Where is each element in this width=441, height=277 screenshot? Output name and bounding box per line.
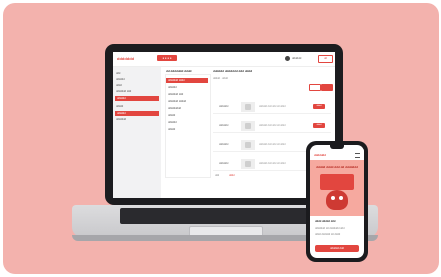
phone-text: dddd dddddd dd dddd <box>315 233 341 236</box>
phone-text: ddddddd dd ddddddd ddd <box>315 227 345 230</box>
app-header: ddddddd ● ● ● ● dddddd dd <box>113 52 335 67</box>
sidebar-item[interactable]: ddd <box>116 72 120 75</box>
sidebar-item-active[interactable]: dddddd <box>115 96 159 101</box>
sidebar-item[interactable]: ddddddd ddd <box>116 90 131 93</box>
content-title: dddddd ddddddd ddd dddd <box>213 69 253 73</box>
row-label: ddddddd <box>219 162 229 165</box>
row-description: dddddd ddd ddd dd dddd <box>259 143 286 146</box>
phone-screen: ddddddd ddddd dddd ddd dd ddddddd dddd d… <box>310 145 364 258</box>
panel-item[interactable]: ddddd <box>168 114 175 117</box>
panel-item[interactable]: ddddddd ddddd <box>168 100 186 103</box>
row-description: dddddd ddd ddd dd dddd <box>259 162 286 165</box>
sidebar-item[interactable]: dddddd <box>116 78 125 81</box>
category-panel: ddddddd dddd dddddd ddddddd ddd ddddddd … <box>165 74 211 178</box>
row-label: ddddddd <box>219 143 229 146</box>
content-subtitle: ddddd · dddd <box>213 77 228 80</box>
row-action-button[interactable]: dddd <box>313 123 325 128</box>
row-thumbnail <box>241 159 255 169</box>
table-row[interactable]: ddddddd dddddd ddd ddd dd dddd dddd <box>213 120 331 133</box>
row-label: ddddddd <box>219 124 229 127</box>
panel-item[interactable]: ddddddd ddd <box>168 93 183 96</box>
row-thumbnail <box>241 140 255 150</box>
panel-item[interactable]: ddddddddd <box>168 107 181 110</box>
laptop-screen: ddddddd ● ● ● ● dddddd dd ddd dddddd ddd… <box>113 52 335 198</box>
row-description: dddddd ddd ddd dd dddd <box>259 124 286 127</box>
panel-item[interactable]: dddddd <box>168 121 177 124</box>
row-description: dddddd ddd ddd dd dddd <box>259 105 286 108</box>
panel-item[interactable]: ddddd <box>168 128 175 131</box>
panel-header: dd ddddddd dddd <box>166 69 192 73</box>
sidebar: ddd dddddd dddd ddddddd ddd dddddd ddddd… <box>113 67 161 198</box>
hamburger-menu-icon[interactable] <box>355 153 360 158</box>
phone-heading: dddd ddddd ddd <box>315 220 336 223</box>
row-thumbnail <box>241 121 255 131</box>
mascot-icon <box>326 190 348 210</box>
sidebar-item-selected[interactable]: dddddd <box>115 111 159 116</box>
panel-item[interactable]: dddddd <box>168 86 177 89</box>
sidebar-item[interactable]: ddddd <box>116 105 123 108</box>
phone-cta-button[interactable]: dddddd ddd <box>315 245 359 252</box>
sidebar-item[interactable]: dddd <box>116 84 122 87</box>
banner-title: ddddd dddd ddd dd ddddddd <box>316 165 358 169</box>
filter-button[interactable] <box>309 84 321 91</box>
promo-banner[interactable]: ddddd dddd ddd dd ddddddd <box>310 160 364 216</box>
avatar[interactable] <box>285 56 290 61</box>
footer-link[interactable]: dddd <box>229 174 235 177</box>
footer-left: ddd <box>215 174 220 177</box>
app-logo[interactable]: ddddddd <box>117 56 134 61</box>
add-button[interactable] <box>321 84 333 91</box>
row-label: ddddddd <box>219 105 229 108</box>
keyboard <box>120 208 326 224</box>
row-thumbnail <box>241 102 255 112</box>
phone-logo[interactable]: ddddddd <box>314 153 326 157</box>
table-row[interactable]: ddddddd dddddd ddd ddd dd dddd dddd <box>213 101 331 114</box>
sidebar-item[interactable]: ddddddd <box>116 118 126 121</box>
header-action-button[interactable]: ● ● ● ● <box>157 55 177 61</box>
user-name: dddddd <box>292 56 302 60</box>
login-button[interactable]: dd <box>318 55 333 63</box>
banner-graphic <box>320 174 354 190</box>
row-action-button[interactable]: dddd <box>313 104 325 109</box>
panel-item-active[interactable]: ddddddd dddd <box>166 78 208 83</box>
